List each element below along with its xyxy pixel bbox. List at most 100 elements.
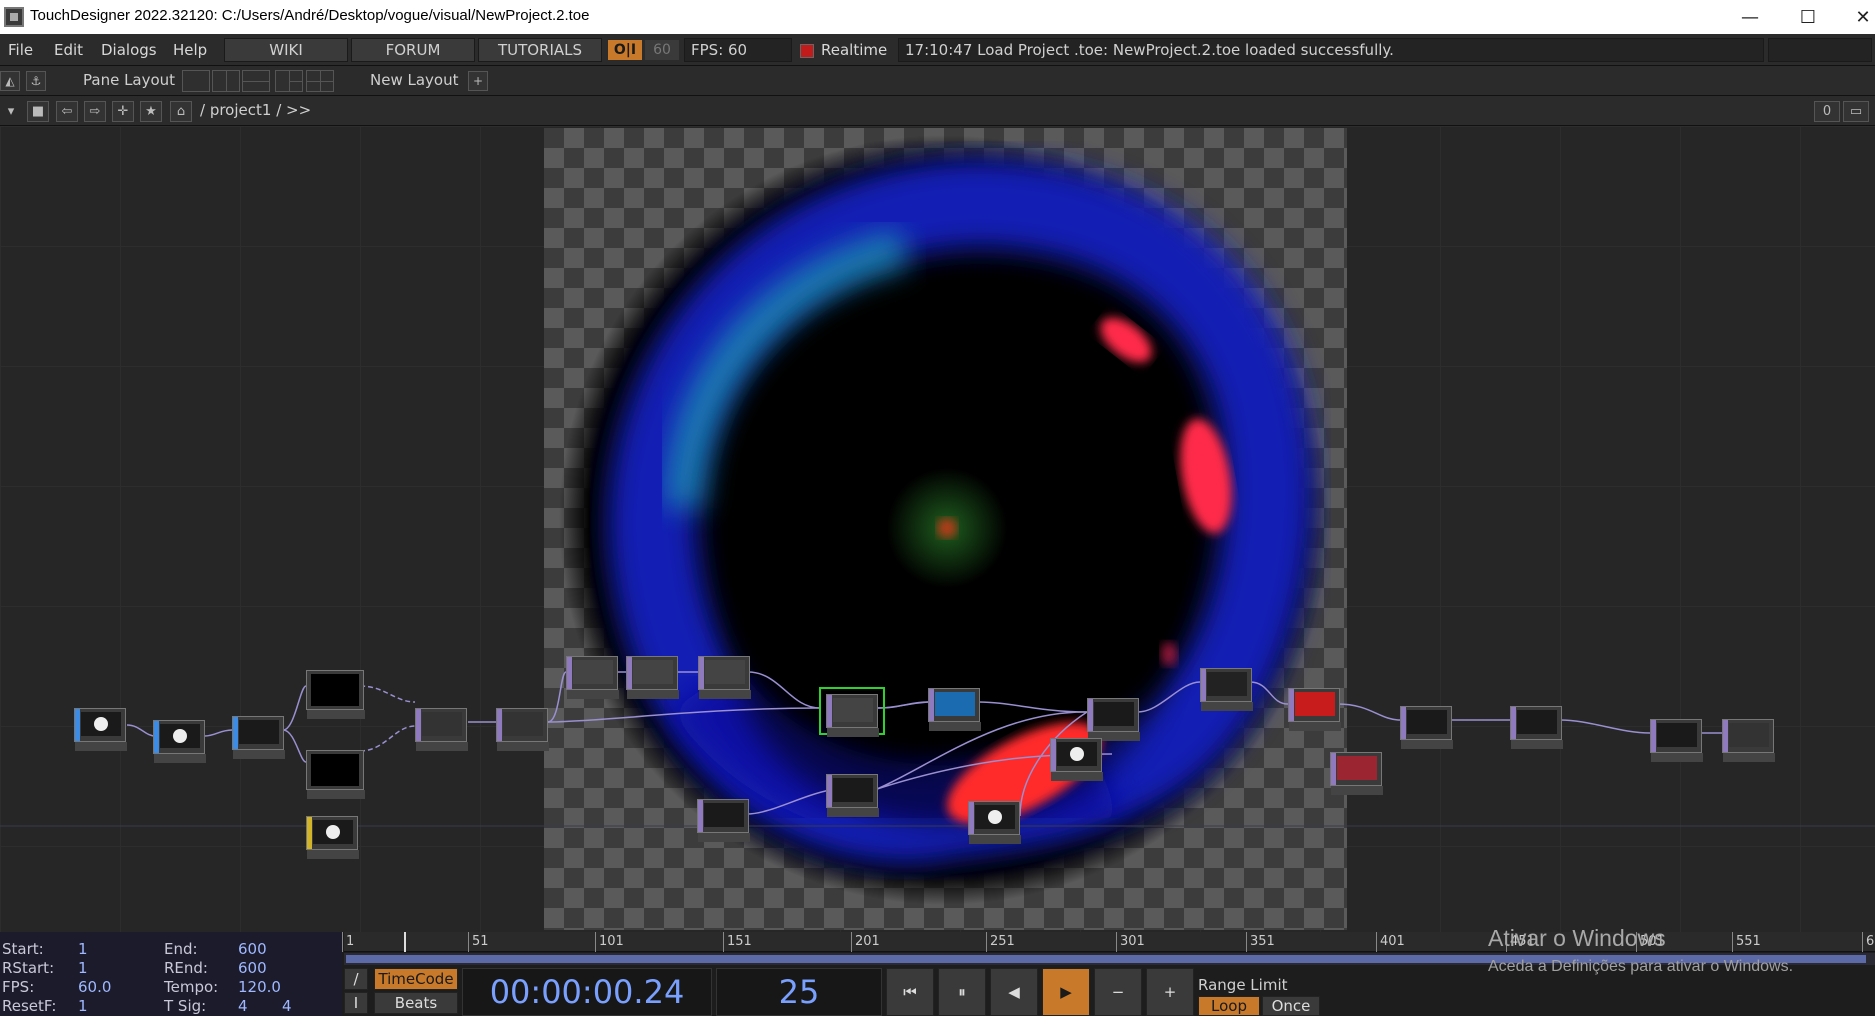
- node-moviefileout[interactable]: [1722, 719, 1775, 762]
- node-transform[interactable]: [1400, 706, 1453, 749]
- rewind-to-start-icon[interactable]: ⏮: [886, 968, 934, 1016]
- pane-type-icon[interactable]: ◭: [0, 71, 20, 91]
- resetf-label: ResetF:: [2, 997, 57, 1015]
- menu-dialogs[interactable]: Dialogs: [101, 41, 157, 59]
- forward-arrow-icon[interactable]: ⇨: [84, 101, 106, 122]
- node-ramp2[interactable]: [697, 799, 750, 842]
- tsig-value-a[interactable]: 4: [238, 997, 248, 1015]
- ruler-tick: 251: [986, 932, 1015, 952]
- network-editor[interactable]: [0, 126, 1875, 932]
- node-blur[interactable]: [496, 708, 549, 751]
- layout-single-icon[interactable]: [182, 70, 210, 92]
- layout-quad-icon[interactable]: [306, 70, 334, 92]
- node-comp-selected[interactable]: [819, 687, 885, 737]
- node-top-source-2[interactable]: [306, 750, 365, 799]
- node-circle1[interactable]: [968, 801, 1021, 844]
- beats-button[interactable]: Beats: [374, 992, 458, 1014]
- rend-label: REnd:: [164, 959, 208, 977]
- rstart-value[interactable]: 1: [78, 959, 88, 977]
- node-level[interactable]: [698, 656, 751, 699]
- step-back-icon[interactable]: ◀: [990, 968, 1038, 1016]
- node-math[interactable]: [232, 716, 285, 759]
- status-message: 17:10:47 Load Project .toe: NewProject.2…: [898, 38, 1764, 62]
- pause-icon[interactable]: ⏸: [938, 968, 986, 1016]
- ruler-tick: 401: [1376, 932, 1405, 952]
- play-icon[interactable]: ▶: [1042, 968, 1090, 1016]
- anchor-icon[interactable]: ⚓: [26, 71, 46, 91]
- end-label: End:: [164, 940, 198, 958]
- once-button[interactable]: Once: [1262, 996, 1320, 1016]
- forum-button[interactable]: FORUM: [351, 38, 475, 62]
- dropdown-arrow-icon[interactable]: ▾: [0, 101, 22, 122]
- node-composite[interactable]: [415, 708, 468, 751]
- layout-three-pane-icon[interactable]: [275, 70, 303, 92]
- minimize-button[interactable]: —: [1722, 0, 1778, 34]
- star-icon[interactable]: ★: [140, 101, 162, 122]
- menu-edit[interactable]: Edit: [54, 41, 83, 59]
- node-spectrum[interactable]: [74, 708, 127, 751]
- node-lookup[interactable]: [928, 688, 981, 731]
- counter-display: 0: [1814, 101, 1840, 122]
- oi-toggle[interactable]: O|I: [608, 40, 642, 60]
- window-titlebar: TouchDesigner 2022.32120: C:/Users/André…: [0, 0, 1875, 34]
- layout-split-vertical-icon[interactable]: [212, 70, 240, 92]
- maximize-button[interactable]: ☐: [1780, 0, 1836, 34]
- add-layout-icon[interactable]: +: [468, 71, 488, 91]
- end-value[interactable]: 600: [238, 940, 267, 958]
- back-arrow-icon[interactable]: ⇦: [56, 101, 78, 122]
- node-ramp[interactable]: [1330, 752, 1383, 795]
- rend-value[interactable]: 600: [238, 959, 267, 977]
- maximize-pane-icon[interactable]: ▭: [1843, 101, 1869, 122]
- node-level3[interactable]: [826, 774, 879, 817]
- rstart-label: RStart:: [2, 959, 55, 977]
- tempo-value[interactable]: 120.0: [238, 978, 281, 996]
- tsig-value-b[interactable]: 4: [282, 997, 292, 1015]
- step-minus-icon[interactable]: −: [1094, 968, 1142, 1016]
- node-feedback[interactable]: [566, 656, 619, 699]
- home-crosshair-icon[interactable]: ✛: [112, 101, 134, 122]
- fps-label: FPS:: [2, 978, 35, 996]
- ruler-tick: 101: [595, 932, 624, 952]
- stop-icon[interactable]: ■: [27, 101, 49, 122]
- menu-help[interactable]: Help: [173, 41, 207, 59]
- node-blur2[interactable]: [1200, 668, 1253, 711]
- fps-value[interactable]: 60.0: [78, 978, 111, 996]
- timecode-button[interactable]: TimeCode: [374, 968, 458, 990]
- node-circle2[interactable]: [1050, 738, 1103, 781]
- start-label: Start:: [2, 940, 44, 958]
- new-layout-label[interactable]: New Layout: [370, 71, 458, 89]
- menu-file[interactable]: File: [8, 41, 33, 59]
- close-button[interactable]: ✕: [1835, 0, 1875, 34]
- layout-split-horizontal-icon[interactable]: [242, 70, 270, 92]
- node-top-source-1[interactable]: [306, 670, 365, 719]
- tutorials-button[interactable]: TUTORIALS: [478, 38, 602, 62]
- resetf-value[interactable]: 1: [78, 997, 88, 1015]
- node-circle-red[interactable]: [1288, 688, 1341, 731]
- touchdesigner-app-icon: [4, 7, 24, 27]
- network-icon[interactable]: ⌂: [170, 101, 192, 122]
- network-wires: [0, 671, 1875, 827]
- wiki-button[interactable]: WIKI: [224, 38, 348, 62]
- node-out[interactable]: [1650, 719, 1703, 762]
- timecode-display[interactable]: 00:00:00.24: [462, 968, 712, 1016]
- loop-button[interactable]: Loop: [1198, 996, 1260, 1016]
- node-edge[interactable]: [626, 656, 679, 699]
- node-level2[interactable]: [1510, 706, 1563, 749]
- start-value[interactable]: 1: [78, 940, 88, 958]
- step-plus-icon[interactable]: +: [1146, 968, 1194, 1016]
- status-aux: [1768, 38, 1872, 62]
- slash-button[interactable]: /: [344, 968, 368, 990]
- ruler-tick: 6: [1861, 932, 1875, 952]
- i-button[interactable]: I: [344, 992, 368, 1014]
- pane-toolbar: ◭ ⚓ Pane Layout New Layout +: [0, 66, 1875, 96]
- node-constant1[interactable]: [306, 816, 359, 859]
- timeline-info-panel: Start: 1 RStart: 1 FPS: 60.0 ResetF: 1 E…: [0, 932, 342, 1016]
- node-composite2[interactable]: [1087, 698, 1140, 741]
- ruler-tick: 301: [1116, 932, 1145, 952]
- realtime-checkbox[interactable]: [800, 44, 814, 58]
- frame-display[interactable]: 25: [716, 968, 882, 1016]
- node-noise[interactable]: [153, 720, 206, 763]
- window-title: TouchDesigner 2022.32120: C:/Users/André…: [30, 7, 590, 24]
- playhead[interactable]: [404, 932, 406, 952]
- network-path[interactable]: / project1 / >>: [200, 101, 311, 119]
